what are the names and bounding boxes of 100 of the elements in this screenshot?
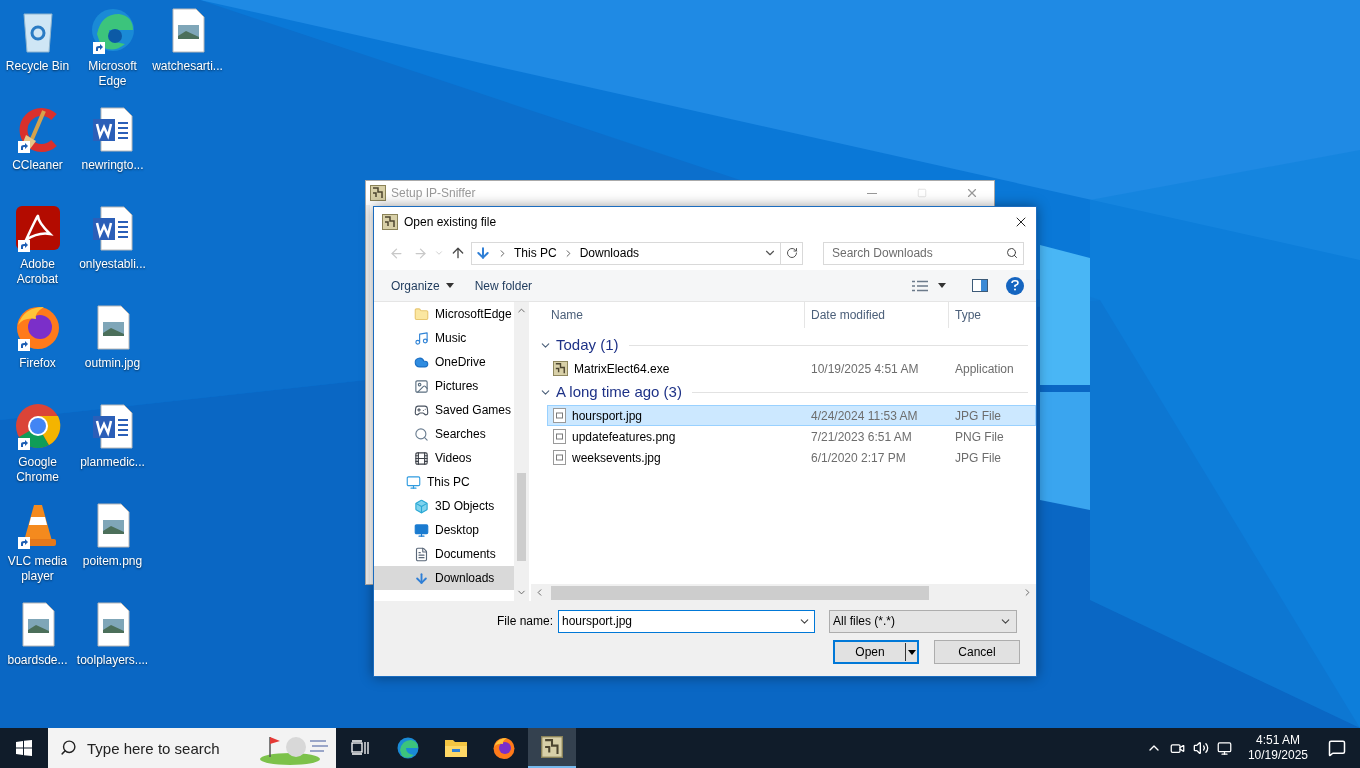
nav-item[interactable]: Pictures: [374, 374, 514, 398]
task-view-icon: [351, 740, 369, 756]
address-bar[interactable]: This PC Downloads: [471, 241, 803, 265]
search-icon: [414, 426, 429, 442]
firefox-icon: [492, 736, 516, 760]
forward-arrow-icon: [412, 245, 428, 261]
refresh-icon[interactable]: [785, 247, 798, 259]
nav-item[interactable]: Searches: [374, 422, 514, 446]
column-header[interactable]: Name: [531, 302, 805, 328]
nav-item[interactable]: Documents: [374, 542, 514, 566]
music-note-icon: [414, 330, 429, 346]
new-folder-button[interactable]: New folder: [460, 273, 547, 298]
desktop-icon-label: planmedic...: [79, 455, 146, 470]
column-header[interactable]: Type: [949, 302, 1036, 328]
nav-item[interactable]: OneDrive: [374, 350, 514, 374]
desktop-icon-label: Google Chrome: [15, 455, 60, 485]
vertical-scrollbar[interactable]: [514, 302, 529, 601]
breadcrumb[interactable]: Downloads: [579, 244, 640, 262]
desktop-icon-label: Firefox: [18, 356, 57, 371]
desktop-icon-label: watchesarti...: [151, 59, 224, 74]
file-type-dropdown[interactable]: All files (*.*): [829, 609, 1017, 633]
window-title: Setup IP-Sniffer: [391, 185, 477, 202]
file-row[interactable]: weeksevents.jpg 6/1/2020 2:17 PM JPG File: [547, 447, 1036, 468]
caret-icon: [434, 248, 444, 258]
setup-app-icon: [553, 361, 568, 376]
network-icon[interactable]: [1216, 740, 1232, 756]
desktop-icon-label: newringto...: [80, 158, 145, 173]
help-icon: [1011, 280, 1019, 291]
search-field[interactable]: Search Downloads: [823, 241, 1024, 265]
horizontal-scrollbar[interactable]: [531, 584, 1036, 601]
file-date: 10/19/2025 4:51 AM: [810, 360, 920, 378]
desktop-icon[interactable]: [13, 402, 62, 450]
chrome-icon: [13, 402, 62, 450]
scrollbar-thumb[interactable]: [517, 472, 526, 561]
group-header[interactable]: A long time ago (3): [556, 380, 682, 404]
file-name: hoursport.jpg: [572, 407, 643, 425]
search-icon: [1006, 246, 1018, 259]
file-name: weeksevents.jpg: [572, 449, 661, 467]
windows-logo-icon: [16, 740, 32, 756]
nav-item[interactable]: Downloads: [374, 566, 514, 590]
column-header[interactable]: Date modified: [805, 302, 949, 328]
desktop-icon-label: toolplayers....: [76, 653, 149, 668]
setup-app-icon: [541, 736, 563, 758]
file-row[interactable]: updatefeatures.png 7/21/2023 6:51 AM PNG File: [547, 426, 1036, 447]
caret-icon: [938, 283, 946, 288]
nav-item[interactable]: Desktop: [374, 518, 514, 542]
nav-item[interactable]: 3D Objects: [374, 494, 514, 518]
volume-icon[interactable]: [1192, 740, 1209, 756]
breadcrumb-separator-icon: [497, 247, 508, 259]
nav-item[interactable]: Videos: [374, 446, 514, 470]
preview-pane-icon: [972, 279, 988, 292]
notifications-icon[interactable]: [1328, 739, 1346, 757]
window-title: Open existing file: [404, 213, 498, 231]
monitor-icon: [414, 522, 429, 538]
image-file-icon: [553, 408, 566, 423]
help-button[interactable]: [1006, 276, 1024, 295]
file-type: PNG File: [954, 428, 1004, 446]
cube-icon: [414, 498, 429, 514]
breadcrumb[interactable]: This PC: [514, 244, 557, 262]
file-row[interactable]: MatrixElect64.exe 10/19/2025 4:51 AM Application: [547, 358, 1036, 379]
file-row[interactable]: hoursport.jpg 4/24/2024 11:53 AM JPG File: [547, 405, 1036, 426]
file-name: MatrixElect64.exe: [574, 360, 670, 378]
file-type: Application: [954, 360, 1014, 378]
file-type: JPG File: [954, 449, 1001, 467]
scrollbar-thumb[interactable]: [551, 585, 929, 600]
image-file-icon: [553, 429, 566, 444]
open-button[interactable]: Open: [833, 640, 919, 664]
file-name-field[interactable]: hoursport.jpg: [558, 609, 815, 633]
desktop-icon-label: boardsde...: [6, 653, 69, 668]
taskbar-search-box[interactable]: Type here to search: [48, 728, 336, 768]
desktop-icon[interactable]: [13, 204, 62, 252]
edge-browser-icon: [396, 736, 420, 760]
gamepad-icon: [414, 402, 429, 418]
film-icon: [414, 450, 429, 466]
nav-item[interactable]: Saved Games: [374, 398, 514, 422]
document-icon: [414, 546, 429, 562]
desktop-icon-label: Microsoft Edge: [87, 59, 138, 89]
download-arrow-icon: [414, 570, 429, 586]
desktop-icon-label: poitem.png: [81, 554, 144, 569]
monitor-icon: [406, 474, 421, 490]
file-date: 6/1/2020 2:17 PM: [810, 449, 907, 467]
details-view-icon: [912, 279, 928, 292]
desktop-icon-label: onlyestabli...: [78, 257, 147, 272]
setup-app-icon: [382, 213, 398, 230]
organize-button[interactable]: Organize: [384, 273, 461, 298]
setup-app-icon: [370, 185, 386, 201]
taskbar-app-button[interactable]: [528, 728, 576, 768]
file-date: 7/21/2023 6:51 AM: [810, 428, 913, 446]
folder-icon: [414, 306, 429, 322]
nav-item[interactable]: This PC: [374, 470, 514, 494]
desktop-icon-label: CCleaner: [11, 158, 64, 173]
clock[interactable]: 4:51 AM 10/19/2025: [1241, 733, 1314, 763]
caret-icon: [907, 649, 916, 655]
file-name-label: File name:: [495, 613, 554, 630]
nav-item[interactable]: MicrosoftEdge: [374, 302, 514, 326]
minimize-icon: [866, 192, 877, 194]
cancel-button[interactable]: Cancel: [934, 640, 1020, 664]
group-header[interactable]: Today (1): [556, 333, 619, 357]
nav-item[interactable]: Music: [374, 326, 514, 350]
file-type: JPG File: [954, 407, 1001, 425]
